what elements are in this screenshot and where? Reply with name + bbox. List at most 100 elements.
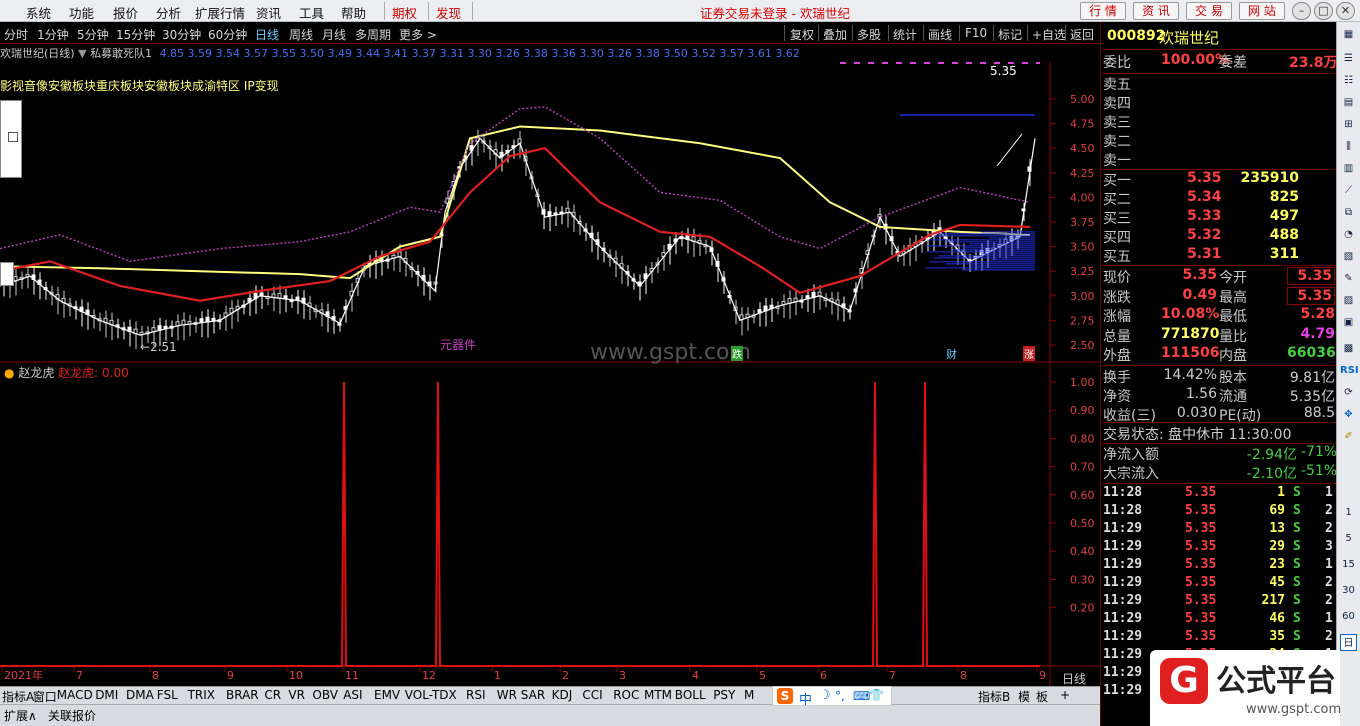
indicator-tab[interactable]: CR bbox=[264, 688, 281, 702]
menu-function[interactable]: 功能 bbox=[69, 3, 94, 22]
tab-pen[interactable]: 笔 bbox=[1110, 707, 1122, 724]
sidebar-news-icon[interactable]: ▧ bbox=[1340, 248, 1357, 265]
tool-overlay[interactable]: 叠加 bbox=[823, 26, 847, 43]
tool-multistock[interactable]: 多股 bbox=[857, 26, 881, 43]
sub-indicator-name[interactable]: ● 赵龙虎 赵龙虎: 0.00 bbox=[4, 364, 129, 381]
menu-ext-market[interactable]: 扩展行情 bbox=[195, 3, 245, 22]
menu-options[interactable]: 期权 bbox=[392, 3, 417, 22]
indicator-tab[interactable]: 指标A bbox=[2, 688, 34, 705]
indicator-tab[interactable]: WR bbox=[497, 688, 517, 702]
menu-system[interactable]: 系统 bbox=[26, 3, 51, 22]
sidebar-chart-icon[interactable]: ⊞ bbox=[1340, 116, 1357, 133]
indicator-tab[interactable]: M bbox=[744, 688, 754, 702]
sidebar-list2-icon[interactable]: ☷ bbox=[1340, 72, 1357, 89]
indicator-tab[interactable]: MACD bbox=[57, 688, 93, 702]
tab-extend[interactable]: 扩展∧ bbox=[4, 707, 37, 724]
indicator-name[interactable]: 私募敢死队1 bbox=[90, 47, 152, 60]
menu-tools[interactable]: 工具 bbox=[299, 3, 324, 22]
sidebar-rsi[interactable]: RSI bbox=[1340, 362, 1359, 379]
menu-news[interactable]: 资讯 bbox=[256, 3, 281, 22]
ime-mode-icon[interactable]: 中 bbox=[799, 689, 812, 708]
indicator-tab[interactable]: OBV bbox=[312, 688, 338, 702]
period-30min[interactable]: 30分钟 bbox=[162, 26, 201, 43]
indicator-tab-right[interactable]: 板 bbox=[1036, 688, 1048, 705]
period-60min[interactable]: 60分钟 bbox=[208, 26, 247, 43]
sidebar-table-icon[interactable]: ▤ bbox=[1340, 94, 1357, 111]
indicator-tab-right[interactable]: 模 bbox=[1018, 688, 1030, 705]
event-label[interactable]: 元器件 bbox=[440, 336, 476, 353]
minimize-button[interactable]: – bbox=[1292, 2, 1311, 20]
indicator-tab[interactable]: BOLL bbox=[675, 688, 706, 702]
sidebar-period-1[interactable]: 1 bbox=[1340, 504, 1357, 521]
tool-stats[interactable]: 统计 bbox=[893, 26, 917, 43]
period-monthly[interactable]: 月线 bbox=[322, 26, 346, 43]
menu-discover[interactable]: 发现 bbox=[436, 3, 461, 22]
dropdown-icon[interactable]: ▼ bbox=[78, 47, 86, 60]
tab-related-quote[interactable]: 关联报价 bbox=[48, 707, 96, 724]
tool-mark[interactable]: 标记 bbox=[998, 26, 1022, 43]
indicator-tab[interactable]: BRAR bbox=[226, 688, 259, 702]
sidebar-window-icon[interactable]: ▣ bbox=[1340, 314, 1357, 331]
sidebar-refresh-icon[interactable]: ⟳ bbox=[1340, 384, 1357, 401]
indicator-tab[interactable]: CCI bbox=[582, 688, 602, 702]
ime-keyboard-icon[interactable]: ⌨ bbox=[853, 689, 870, 703]
website-button[interactable]: 网 站 bbox=[1239, 2, 1285, 20]
sidebar-kline-icon[interactable]: ⫼ bbox=[1340, 138, 1357, 155]
sidebar-trend-icon[interactable]: ⟋ bbox=[1340, 182, 1357, 199]
indicator-tab-right[interactable]: + bbox=[1060, 688, 1070, 702]
period-1min[interactable]: 1分钟 bbox=[37, 26, 69, 43]
quote-button[interactable]: 行 情 bbox=[1080, 2, 1126, 20]
tool-draw[interactable]: 画线 bbox=[928, 26, 952, 43]
sidebar-note-icon[interactable]: ✎ bbox=[1340, 270, 1357, 287]
tag-die[interactable]: 跌 bbox=[731, 346, 743, 361]
indicator-tab[interactable]: ROC bbox=[613, 688, 639, 702]
sidebar-list-icon[interactable]: ☰ bbox=[1340, 50, 1357, 67]
indicator-tab[interactable]: DMA bbox=[126, 688, 154, 702]
period-daily[interactable]: 日线 bbox=[255, 26, 279, 43]
period-15min[interactable]: 15分钟 bbox=[116, 26, 155, 43]
trade-button[interactable]: 交 易 bbox=[1186, 2, 1232, 20]
indicator-tab-right[interactable]: 指标B bbox=[978, 688, 1010, 705]
period-weekly[interactable]: 周线 bbox=[289, 26, 313, 43]
indicator-tab[interactable]: SAR bbox=[521, 688, 545, 702]
indicator-tab[interactable]: VOL-TDX bbox=[405, 688, 457, 702]
left-edge-tab[interactable] bbox=[0, 262, 14, 286]
ime-shirt-icon[interactable]: 👕 bbox=[869, 688, 884, 702]
sidebar-bar-icon[interactable]: ▥ bbox=[1340, 160, 1357, 177]
sidebar-compare-icon[interactable]: ⧉ bbox=[1340, 204, 1357, 221]
indicator-tab[interactable]: RSI bbox=[466, 688, 486, 702]
sidebar-pie-icon[interactable]: ◔ bbox=[1340, 226, 1357, 243]
menu-help[interactable]: 帮助 bbox=[341, 3, 366, 22]
tool-fuquan[interactable]: 复权 bbox=[790, 26, 814, 43]
indicator-tab[interactable]: PSY bbox=[713, 688, 735, 702]
indicator-tab[interactable]: FSL bbox=[157, 688, 178, 702]
indicator-tab[interactable]: VR bbox=[288, 688, 305, 702]
kline-chart[interactable]: 5.00 4.75 4.50 4.25 4.00 3.75 3.50 3.25 3.00 2.75… bbox=[0, 62, 1100, 686]
period-multi[interactable]: 多周期 bbox=[355, 26, 391, 43]
tool-back[interactable]: 返回 bbox=[1070, 26, 1094, 43]
tool-add-favorite[interactable]: +自选 bbox=[1032, 26, 1066, 43]
indicator-tab[interactable]: ASI bbox=[343, 688, 362, 702]
tag-cai[interactable]: 财 bbox=[946, 346, 957, 362]
sidebar-period-15[interactable]: 15 bbox=[1340, 556, 1357, 573]
sidebar-move-icon[interactable]: ✥ bbox=[1340, 406, 1357, 423]
menu-quote[interactable]: 报价 bbox=[113, 3, 138, 22]
indicator-tab[interactable]: DMI bbox=[95, 688, 118, 702]
sidebar-period-5[interactable]: 5 bbox=[1340, 530, 1357, 547]
left-edge-checkbox[interactable] bbox=[8, 132, 18, 142]
maximize-button[interactable]: □ bbox=[1314, 2, 1333, 20]
period-5min[interactable]: 5分钟 bbox=[77, 26, 109, 43]
tool-f10[interactable]: F10 bbox=[965, 26, 987, 40]
news-button[interactable]: 资 讯 bbox=[1133, 2, 1179, 20]
menu-analysis[interactable]: 分析 bbox=[156, 3, 181, 22]
tag-zhang[interactable]: 涨 bbox=[1023, 346, 1035, 361]
ime-toolbar[interactable]: S 中 ☽ °, ⌨ 👕 bbox=[772, 686, 892, 708]
sidebar-pen-icon[interactable]: ✐ bbox=[1340, 428, 1357, 445]
close-button[interactable]: ✕ bbox=[1336, 2, 1355, 20]
indicator-tab[interactable]: 窗口 bbox=[33, 688, 57, 705]
ime-moon-icon[interactable]: ☽ bbox=[819, 688, 831, 703]
indicator-tab[interactable]: TRIX bbox=[188, 688, 215, 702]
period-more[interactable]: 更多 > bbox=[399, 26, 437, 43]
indicator-tab[interactable]: EMV bbox=[374, 688, 400, 702]
sidebar-grid-icon[interactable]: ▦ bbox=[1340, 26, 1357, 43]
